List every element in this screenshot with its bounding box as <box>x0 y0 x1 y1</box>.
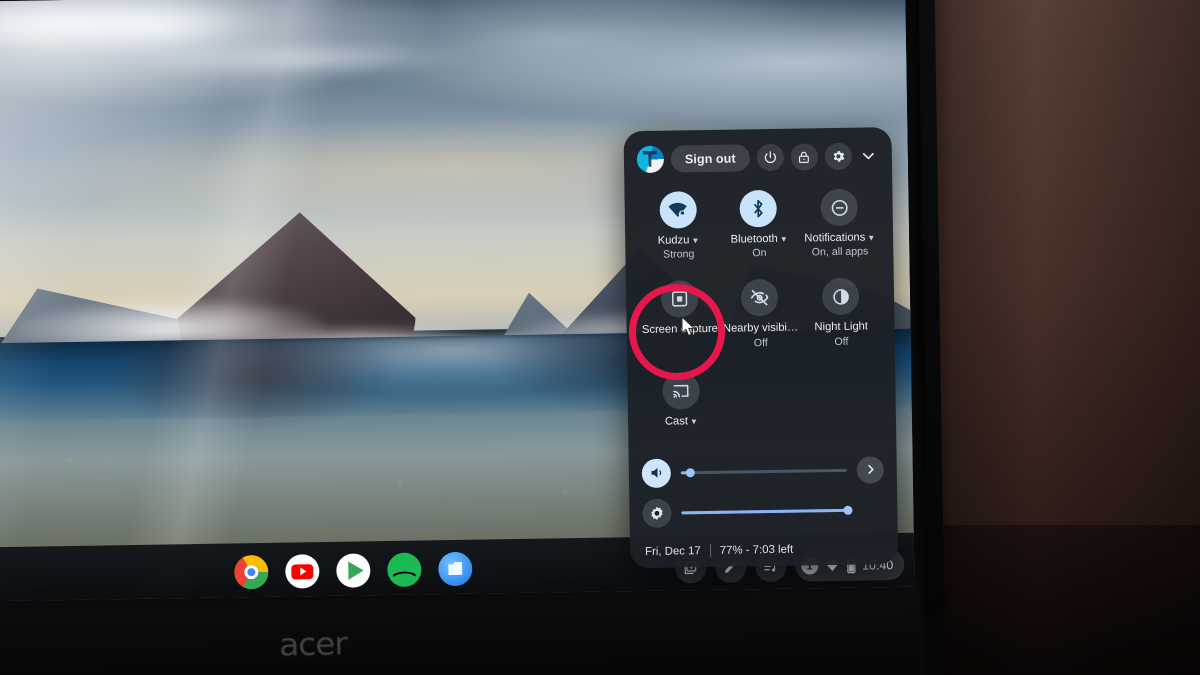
tile-cast-label: Cast ▼ <box>664 415 698 428</box>
tile-screen-capture[interactable]: Screen capture <box>639 267 721 358</box>
do-not-disturb-icon <box>820 188 859 227</box>
tile-bluetooth-label: Bluetooth ▼ <box>730 232 788 246</box>
volume-icon[interactable] <box>641 458 672 488</box>
tile-bluetooth[interactable]: Bluetooth ▼ On <box>718 183 800 268</box>
acer-brand-logo: acer <box>278 626 348 664</box>
quick-settings-header: Sign out <box>636 139 879 176</box>
chevron-down-icon: ▼ <box>691 236 700 246</box>
lock-icon[interactable] <box>790 143 818 171</box>
tile-nearby-visibility[interactable]: Nearby visibi… Off <box>719 266 801 357</box>
shelf-item-chrome[interactable] <box>234 554 269 590</box>
photo-of-chromebook-screen: acer 1 10:40 Sign out Kudzu ▼ Strong Blu… <box>0 0 1200 675</box>
volume-slider[interactable] <box>680 467 847 478</box>
shelf-item-play-store[interactable] <box>336 553 371 588</box>
wifi-icon <box>659 191 697 229</box>
gear-icon[interactable] <box>824 142 852 171</box>
brightness-icon[interactable] <box>642 498 672 528</box>
shelf-item-spotify[interactable] <box>387 552 422 588</box>
chevron-down-icon: ▼ <box>779 234 788 244</box>
tile-screen-capture-label: Screen capture <box>641 323 718 337</box>
eye-off-icon <box>741 279 779 317</box>
volume-slider-row <box>641 449 885 493</box>
bluetooth-icon <box>739 189 778 228</box>
tile-nearby-visibility-label: Nearby visibi… <box>722 321 799 336</box>
qs-date[interactable]: Fri, Dec 17 <box>645 545 701 558</box>
tile-network-label: Kudzu ▼ <box>657 234 700 247</box>
tile-notifications-sub: On, all apps <box>811 245 869 259</box>
tile-notifications[interactable]: Notifications ▼ On, all apps <box>799 181 881 266</box>
quick-settings-tiles: Kudzu ▼ Strong Bluetooth ▼ On Notificati… <box>637 181 883 435</box>
chromebook-screen: 1 10:40 Sign out Kudzu ▼ Strong Bluetoot… <box>0 0 915 602</box>
moon-icon <box>821 278 860 316</box>
qs-battery-status[interactable]: 77% - 7:03 left <box>720 543 794 556</box>
tile-bluetooth-sub: On <box>752 247 767 260</box>
shelf-item-youtube[interactable] <box>285 554 320 589</box>
audio-settings-button[interactable] <box>856 455 885 484</box>
brightness-slider[interactable] <box>681 505 853 515</box>
shelf-item-files[interactable] <box>438 551 473 587</box>
tile-night-light-sub: Off <box>834 335 849 348</box>
wall-shadow <box>900 0 1200 675</box>
user-avatar[interactable] <box>636 145 665 174</box>
shelf-app-list <box>234 551 473 590</box>
brightness-slider-row <box>642 489 885 533</box>
tile-night-light-label: Night Light <box>814 320 869 334</box>
tile-network[interactable]: Kudzu ▼ Strong <box>637 184 719 269</box>
chevron-down-icon: ▼ <box>689 416 698 427</box>
quick-settings-sliders <box>641 449 885 533</box>
power-icon[interactable] <box>756 143 784 172</box>
quick-settings-footer: Fri, Dec 17 77% - 7:03 left <box>645 543 793 558</box>
tile-cast[interactable]: Cast ▼ <box>640 357 722 436</box>
screen-capture-icon <box>660 280 699 319</box>
quick-settings-panel: Sign out Kudzu ▼ Strong Bluetooth ▼ On N… <box>623 127 899 569</box>
chevron-down-icon[interactable] <box>860 147 879 164</box>
tile-network-sub: Strong <box>663 248 695 262</box>
chevron-down-icon: ▼ <box>867 233 876 243</box>
tile-night-light[interactable]: Night Light Off <box>800 265 882 356</box>
tile-notifications-label: Notifications ▼ <box>804 231 876 245</box>
sign-out-button[interactable]: Sign out <box>670 144 750 173</box>
cast-icon <box>662 371 700 410</box>
footer-divider <box>709 543 711 557</box>
tile-nearby-visibility-sub: Off <box>753 336 768 350</box>
